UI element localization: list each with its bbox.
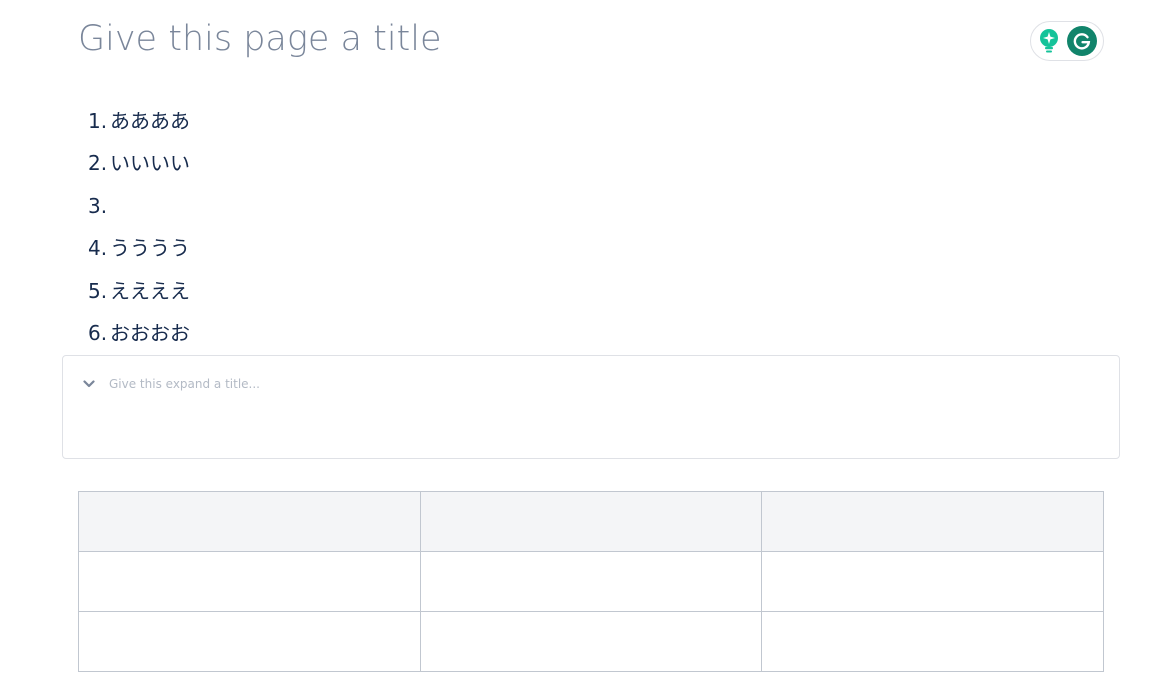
list-item[interactable]: 6. おおおお xyxy=(88,312,190,354)
table-header-cell[interactable] xyxy=(419,491,763,552)
table-cell[interactable] xyxy=(419,611,763,672)
table-row xyxy=(78,551,1104,612)
grammarly-g-icon[interactable] xyxy=(1067,26,1097,56)
table-cell[interactable] xyxy=(419,551,763,612)
content-table xyxy=(78,491,1104,672)
page-title-input[interactable] xyxy=(78,14,978,64)
list-item[interactable]: 5. ええええ xyxy=(88,270,190,312)
expand-header xyxy=(81,374,709,394)
table-cell[interactable] xyxy=(761,551,1104,612)
list-item-number: 3. xyxy=(88,193,108,218)
list-item-text: うううう xyxy=(110,236,190,261)
grammarly-widget xyxy=(1030,21,1104,61)
list-item[interactable]: 1. ああああ xyxy=(88,100,190,142)
table-header-row xyxy=(78,491,1104,552)
editor-page: 1.ああああ 2.いいいい 3. 4.うううう 5.ええええ 6.おおおお xyxy=(0,0,1166,687)
list-item-text: ええええ xyxy=(110,278,190,303)
list-item-number: 5. xyxy=(88,278,108,303)
list-item-number: 2. xyxy=(88,151,108,176)
list-item-text: ああああ xyxy=(110,109,190,133)
expand-panel xyxy=(62,355,1120,459)
list-item-text: おおおお xyxy=(110,320,190,345)
table-header-cell[interactable] xyxy=(761,491,1104,552)
numbered-list: 1. ああああ 2. いいいい 3. 4. うううう 5. ええええ 6. おおおお xyxy=(88,100,190,354)
list-item[interactable]: 3. xyxy=(88,185,190,227)
list-item-number: 4. xyxy=(88,236,108,261)
list-item-number: 6. xyxy=(88,320,108,345)
table-row xyxy=(78,611,1104,672)
table-cell[interactable] xyxy=(761,611,1104,672)
lightbulb-icon[interactable] xyxy=(1037,26,1061,56)
expand-title-input[interactable] xyxy=(109,377,709,391)
table-cell[interactable] xyxy=(78,611,421,672)
list-item[interactable]: 4. うううう xyxy=(88,227,190,269)
table-cell[interactable] xyxy=(78,551,421,612)
list-item-number: 1. xyxy=(88,109,108,133)
list-item-text: いいいい xyxy=(110,151,190,176)
chevron-down-icon[interactable] xyxy=(81,376,97,392)
list-item[interactable]: 2. いいいい xyxy=(88,142,190,184)
table-header-cell[interactable] xyxy=(78,491,421,552)
